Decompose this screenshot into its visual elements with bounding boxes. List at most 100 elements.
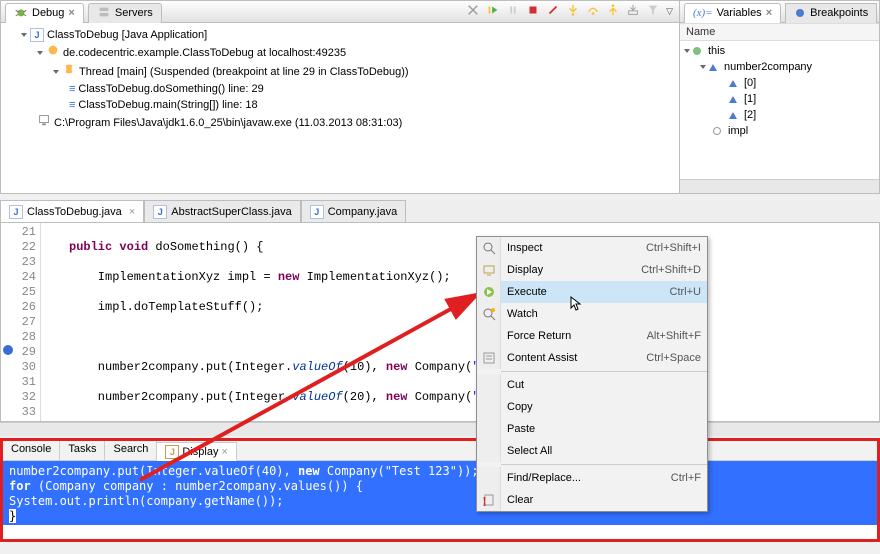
tree-jvm[interactable]: C:\Program Files\Java\jdk1.6.0_25\bin\ja…	[5, 113, 675, 132]
view-menu-icon[interactable]: ▽	[666, 6, 673, 17]
menu-label: Watch	[501, 308, 701, 320]
menu-item-force-return[interactable]: Force ReturnAlt+Shift+F	[477, 325, 707, 347]
menu-item-display[interactable]: DisplayCtrl+Shift+D	[477, 259, 707, 281]
blank-icon	[477, 396, 501, 418]
var-item[interactable]: [2]	[684, 107, 875, 123]
drop-to-frame-icon[interactable]	[626, 3, 640, 20]
editor-tab[interactable]: JAbstractSuperClass.java	[144, 200, 300, 222]
var-array[interactable]: number2company	[684, 59, 875, 75]
menu-shortcut: Ctrl+F	[671, 472, 701, 484]
resume-icon[interactable]	[486, 3, 500, 20]
tab-servers[interactable]: Servers	[88, 3, 162, 23]
field-icon	[729, 96, 737, 103]
menu-item-copy[interactable]: Copy	[477, 396, 707, 418]
close-icon[interactable]: ×	[222, 446, 228, 458]
context-menu: InspectCtrl+Shift+IDisplayCtrl+Shift+DEx…	[476, 236, 708, 512]
blank-icon	[477, 418, 501, 440]
menu-label: Force Return	[501, 330, 647, 342]
horizontal-scrollbar[interactable]	[680, 179, 879, 193]
blank-icon	[477, 467, 501, 489]
menu-item-select-all[interactable]: Select All	[477, 440, 707, 462]
field-icon	[729, 80, 737, 87]
tab-variables[interactable]: (x)=Variables×	[684, 3, 781, 23]
assist-icon	[477, 347, 501, 369]
menu-shortcut: Ctrl+Space	[646, 352, 701, 364]
menu-shortcut: Ctrl+Shift+I	[646, 242, 701, 254]
editor-scrollbar[interactable]	[0, 422, 880, 436]
stackframe-icon: ≡	[69, 97, 75, 113]
close-icon[interactable]: ×	[68, 7, 74, 19]
menu-label: Execute	[501, 286, 670, 298]
remove-terminated-icon[interactable]	[466, 3, 480, 20]
mouse-cursor-icon	[570, 296, 582, 312]
var-item[interactable]: [1]	[684, 91, 875, 107]
tab-label: Debug	[32, 7, 64, 19]
debug-tree: JClassToDebug [Java Application] de.code…	[1, 23, 679, 193]
execute-icon	[477, 281, 501, 303]
object-icon	[693, 47, 701, 55]
variable-icon: (x)=	[693, 7, 713, 19]
blank-icon	[477, 325, 501, 347]
watch-icon	[477, 303, 501, 325]
tree-thread[interactable]: Thread [main] (Suspended (breakpoint at …	[5, 62, 675, 81]
java-file-icon: J	[310, 205, 324, 219]
menu-item-watch[interactable]: Watch	[477, 303, 707, 325]
tab-search[interactable]: Search	[105, 441, 157, 460]
editor-tab-active[interactable]: JClassToDebug.java ×	[0, 200, 144, 222]
thread-icon	[62, 62, 76, 81]
close-icon[interactable]: ×	[126, 206, 135, 218]
menu-item-paste[interactable]: Paste	[477, 418, 707, 440]
close-icon[interactable]: ×	[766, 7, 772, 19]
tab-breakpoints[interactable]: Breakpoints	[785, 3, 877, 23]
vars-header-name: Name	[680, 23, 879, 41]
variables-tree: this number2company [0] [1] [2] impl	[680, 41, 879, 141]
debug-tabset: Debug × Servers ▽	[1, 1, 679, 23]
breakpoint-icon	[794, 7, 806, 19]
code-editor[interactable]: 21222324252627282930313233 public void d…	[0, 222, 880, 422]
menu-label: Content Assist	[501, 352, 646, 364]
var-this[interactable]: this	[684, 43, 875, 59]
debug-toolbar: ▽	[466, 3, 679, 20]
step-into-icon[interactable]	[566, 3, 580, 20]
stackframe-icon: ≡	[69, 81, 75, 97]
tab-label: Servers	[115, 7, 153, 19]
step-over-icon[interactable]	[586, 3, 600, 20]
clear-icon	[477, 489, 501, 511]
var-item[interactable]: [0]	[684, 75, 875, 91]
step-return-icon[interactable]	[606, 3, 620, 20]
menu-item-content-assist[interactable]: Content AssistCtrl+Space	[477, 347, 707, 369]
tree-frame[interactable]: ≡ClassToDebug.main(String[]) line: 18	[5, 97, 675, 113]
vars-tabset: (x)=Variables× Breakpoints	[680, 1, 879, 23]
menu-label: Inspect	[501, 242, 646, 254]
suspend-icon[interactable]	[506, 3, 520, 20]
code-area[interactable]: public void doSomething() { Implementati…	[41, 223, 879, 421]
menu-item-execute[interactable]: ExecuteCtrl+U	[477, 281, 707, 303]
server-icon	[97, 5, 111, 22]
menu-item-find-replace-[interactable]: Find/Replace...Ctrl+F	[477, 467, 707, 489]
breakpoint-marker-icon[interactable]	[3, 345, 13, 355]
editor-tab[interactable]: JCompany.java	[301, 200, 407, 222]
var-impl[interactable]: impl	[684, 123, 875, 139]
tab-debug[interactable]: Debug ×	[5, 3, 84, 23]
tree-frame[interactable]: ≡ClassToDebug.doSomething() line: 29	[5, 81, 675, 97]
tab-tasks[interactable]: Tasks	[60, 441, 105, 460]
display-icon: J	[165, 445, 179, 459]
bottom-tabset: Console Tasks Search J Display ×	[3, 441, 877, 461]
menu-shortcut: Alt+Shift+F	[647, 330, 701, 342]
menu-item-inspect[interactable]: InspectCtrl+Shift+I	[477, 237, 707, 259]
menu-item-clear[interactable]: Clear	[477, 489, 707, 511]
tab-console[interactable]: Console	[3, 441, 60, 460]
menu-item-cut[interactable]: Cut	[477, 374, 707, 396]
menu-label: Display	[501, 264, 641, 276]
tree-app[interactable]: JClassToDebug [Java Application]	[5, 27, 675, 43]
disconnect-icon[interactable]	[546, 3, 560, 20]
tree-process[interactable]: de.codecentric.example.ClassToDebug at l…	[5, 43, 675, 62]
terminate-icon[interactable]	[526, 3, 540, 20]
bug-icon	[14, 5, 28, 22]
display-code-area[interactable]: number2company.put(Integer.valueOf(40), …	[3, 461, 877, 525]
step-filters-icon[interactable]	[646, 3, 660, 20]
java-icon: J	[30, 28, 44, 42]
java-file-icon: J	[153, 205, 167, 219]
tab-display[interactable]: J Display ×	[157, 442, 237, 461]
process-icon	[37, 113, 51, 132]
